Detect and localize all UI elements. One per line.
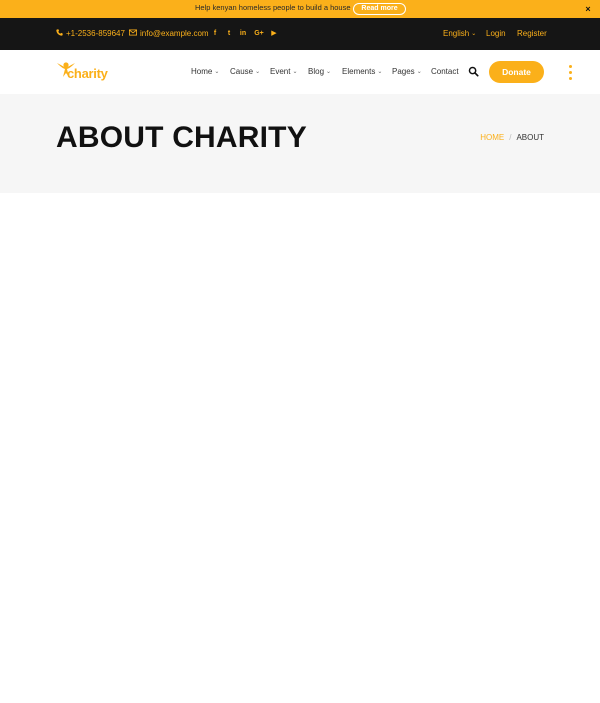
email-contact[interactable]: info@example.com bbox=[129, 18, 209, 50]
main-header: charity Home ⌄ Cause ⌄ Event ⌄ Blog ⌄ Elemen… bbox=[0, 50, 600, 94]
nav-item-contact[interactable]: Contact bbox=[431, 50, 459, 94]
envelope-icon bbox=[129, 18, 138, 50]
main-content-area bbox=[0, 193, 600, 703]
more-menu-icon[interactable] bbox=[567, 63, 575, 81]
chevron-down-icon: ⌄ bbox=[292, 69, 298, 75]
language-label: English bbox=[443, 29, 470, 38]
nav-home-label: Home bbox=[191, 67, 213, 76]
top-contact-bar: +1-2536-859647 info@example.com f t in G… bbox=[0, 18, 600, 50]
twitter-icon[interactable]: t bbox=[224, 18, 234, 50]
close-icon[interactable]: × bbox=[583, 3, 593, 15]
notice-message: Help kenyan homeless people to build a h… bbox=[195, 3, 351, 12]
chevron-down-icon: ⌄ bbox=[326, 69, 332, 75]
nav-blog-label: Blog bbox=[308, 67, 325, 76]
phone-icon bbox=[56, 18, 63, 50]
page-title: ABOUT CHARITY bbox=[56, 121, 307, 154]
nav-event-label: Event bbox=[270, 67, 291, 76]
nav-cause-label: Cause bbox=[230, 67, 254, 76]
search-icon[interactable] bbox=[468, 66, 479, 77]
email-address: info@example.com bbox=[140, 29, 209, 38]
logo[interactable]: charity bbox=[56, 61, 111, 83]
nav-pages-label: Pages bbox=[392, 67, 415, 76]
page-title-banner: ABOUT CHARITY HOME / ABOUT bbox=[0, 94, 600, 193]
breadcrumb: HOME / ABOUT bbox=[480, 133, 544, 142]
notice-bar: Help kenyan homeless people to build a h… bbox=[0, 0, 600, 18]
language-selector[interactable]: English ⌄ bbox=[443, 18, 476, 50]
login-link[interactable]: Login bbox=[486, 18, 506, 50]
nav-item-blog[interactable]: Blog ⌄ bbox=[308, 50, 331, 94]
phone-number: +1-2536-859647 bbox=[66, 29, 125, 38]
facebook-icon[interactable]: f bbox=[210, 18, 220, 50]
chevron-down-icon: ⌄ bbox=[255, 69, 261, 75]
donate-button[interactable]: Donate bbox=[489, 61, 544, 83]
breadcrumb-home-link[interactable]: HOME bbox=[480, 133, 504, 142]
chevron-down-icon: ⌄ bbox=[214, 69, 220, 75]
chevron-down-icon: ⌄ bbox=[377, 69, 383, 75]
breadcrumb-current: ABOUT bbox=[516, 133, 544, 142]
logo-text: charity bbox=[67, 66, 108, 81]
read-more-button[interactable]: Read more bbox=[353, 3, 406, 15]
google-plus-icon[interactable]: G+ bbox=[253, 18, 265, 50]
chevron-down-icon: ⌄ bbox=[416, 69, 422, 75]
phone-contact[interactable]: +1-2536-859647 bbox=[56, 18, 125, 50]
youtube-icon[interactable]: ▶ bbox=[269, 18, 279, 50]
nav-contact-label: Contact bbox=[431, 67, 459, 76]
linkedin-icon[interactable]: in bbox=[238, 18, 248, 50]
chevron-down-icon: ⌄ bbox=[471, 31, 477, 37]
nav-item-home[interactable]: Home ⌄ bbox=[191, 50, 219, 94]
register-link[interactable]: Register bbox=[517, 18, 547, 50]
nav-item-event[interactable]: Event ⌄ bbox=[270, 50, 298, 94]
nav-item-elements[interactable]: Elements ⌄ bbox=[342, 50, 382, 94]
nav-elements-label: Elements bbox=[342, 67, 376, 76]
nav-item-cause[interactable]: Cause ⌄ bbox=[230, 50, 260, 94]
nav-item-pages[interactable]: Pages ⌄ bbox=[392, 50, 422, 94]
breadcrumb-separator: / bbox=[509, 133, 512, 142]
